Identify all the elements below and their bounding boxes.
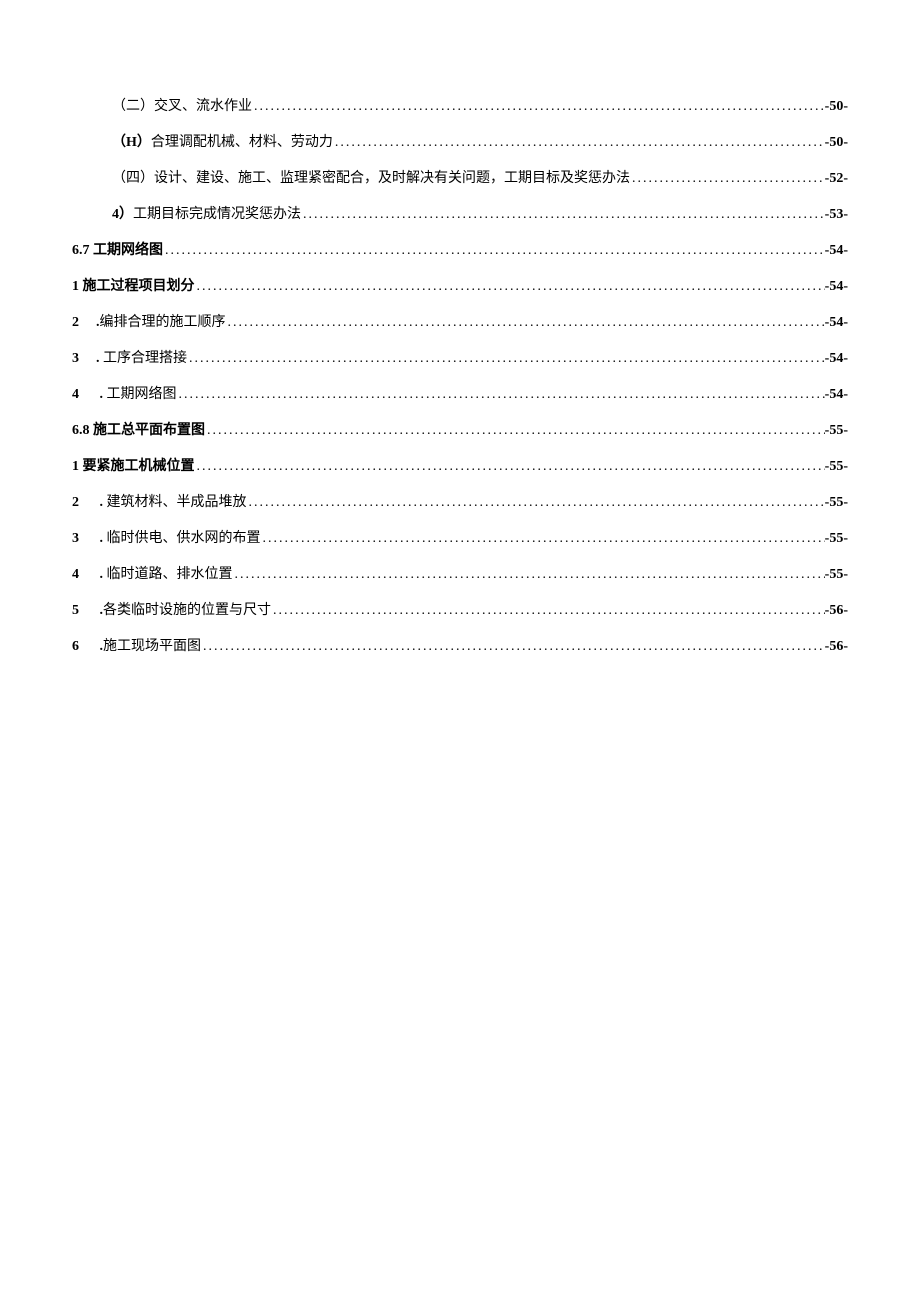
toc-entry-separator: . <box>96 567 107 582</box>
toc-leader-dots: ........................................… <box>205 423 825 439</box>
toc-entry: 6.8 施工总平面布置图............................… <box>72 419 848 439</box>
toc-entry-prefix: （H） <box>112 135 151 150</box>
toc-entry: 6.7 工期网络图...............................… <box>72 239 848 259</box>
toc-entry-prefix: 4） <box>112 207 133 222</box>
toc-entry-title: 5 .各类临时设施的位置与尺寸 <box>72 599 271 619</box>
toc-entry-page: -55- <box>825 423 848 439</box>
toc-entry-separator: . <box>96 351 103 366</box>
toc-entry-page: -50- <box>825 99 848 115</box>
toc-entry-page: -54- <box>825 387 848 403</box>
toc-entry: 5 .各类临时设施的位置与尺寸 ........................… <box>72 599 848 619</box>
toc-entry: （四）设计、建设、施工、监理紧密配合，及时解决有关问题，工期目标及奖惩办法...… <box>72 167 848 187</box>
toc-entry-separator: . <box>96 531 107 546</box>
toc-entry-title: 2.编排合理的施工顺序 <box>72 311 226 331</box>
toc-entry-number: 3 <box>72 531 84 547</box>
toc-leader-dots: ........................................… <box>301 207 825 223</box>
toc-entry-title: 4 . 工期网络图 <box>72 383 177 403</box>
toc-entry-text: 建筑材料、半成品堆放 <box>107 495 247 510</box>
toc-entry-text: 合理调配机械、材料、劳动力 <box>151 135 333 150</box>
toc-entry-text: 编排合理的施工顺序 <box>100 315 226 330</box>
table-of-contents: （二）交叉、流水作业..............................… <box>72 95 848 655</box>
toc-entry-page: -53- <box>825 207 848 223</box>
toc-entry-text: 工期网络图 <box>107 387 177 402</box>
toc-entry-title: 3. 工序合理搭接 <box>72 347 187 367</box>
toc-entry-number: 4 <box>72 387 84 403</box>
toc-entry-page: -54- <box>825 315 848 331</box>
toc-entry-title: 6.7 工期网络图 <box>72 239 163 259</box>
toc-entry-text: 施工现场平面图 <box>103 639 201 654</box>
toc-leader-dots: ........................................… <box>271 603 825 619</box>
toc-entry: 4 . 工期网络图...............................… <box>72 383 848 403</box>
toc-leader-dots: ........................................… <box>226 315 825 331</box>
toc-entry-page: -55- <box>825 531 848 547</box>
document-page: （二）交叉、流水作业..............................… <box>0 0 920 655</box>
toc-entry: 1 施工过程项目划分 .............................… <box>72 275 848 295</box>
toc-entry-title: 4）工期目标完成情况奖惩办法 <box>112 203 301 223</box>
toc-entry-separator: . <box>96 639 103 654</box>
toc-entry-title: 1 施工过程项目划分 <box>72 275 195 295</box>
toc-entry-page: -54- <box>825 243 848 259</box>
toc-leader-dots: ........................................… <box>195 459 825 475</box>
toc-entry: 1 要紧施工机械位置 .............................… <box>72 455 848 475</box>
toc-leader-dots: ........................................… <box>261 531 825 547</box>
toc-entry-title: 1 要紧施工机械位置 <box>72 455 195 475</box>
toc-entry-page: -54- <box>825 279 848 295</box>
toc-entry: 2 . 建筑材料、半成品堆放..........................… <box>72 491 848 511</box>
toc-entry-page: -55- <box>825 495 848 511</box>
toc-leader-dots: ........................................… <box>163 243 825 259</box>
toc-entry: 2.编排合理的施工顺序 ............................… <box>72 311 848 331</box>
toc-entry-number: 6 <box>72 639 84 655</box>
toc-leader-dots: ........................................… <box>233 567 825 583</box>
toc-entry-page: -50- <box>825 135 848 151</box>
toc-entry-number: 5 <box>72 603 84 619</box>
toc-leader-dots: ........................................… <box>195 279 825 295</box>
toc-entry-page: -56- <box>825 639 848 655</box>
toc-entry-text: 临时道路、排水位置 <box>107 567 233 582</box>
toc-leader-dots: ........................................… <box>333 135 825 151</box>
toc-leader-dots: ........................................… <box>630 171 825 187</box>
toc-entry-title: 6 .施工现场平面图 <box>72 635 201 655</box>
toc-entry-text: 工序合理搭接 <box>103 351 187 366</box>
toc-entry-title: 3 . 临时供电、供水网的布置 <box>72 527 261 547</box>
toc-entry-number: 2 <box>72 495 84 511</box>
toc-entry-page: -55- <box>825 459 848 475</box>
toc-entry-text: 工期目标完成情况奖惩办法 <box>133 207 301 222</box>
toc-entry-page: -56- <box>825 603 848 619</box>
toc-leader-dots: ........................................… <box>177 387 825 403</box>
toc-entry-title: （二）交叉、流水作业 <box>112 95 252 115</box>
toc-entry-text: 临时供电、供水网的布置 <box>107 531 261 546</box>
toc-entry: 3 . 临时供电、供水网的布置.........................… <box>72 527 848 547</box>
toc-entry-separator: . <box>96 495 107 510</box>
toc-entry-page: -55- <box>825 567 848 583</box>
toc-entry-page: -52- <box>825 171 848 187</box>
toc-entry: （二）交叉、流水作业..............................… <box>72 95 848 115</box>
toc-entry: 4 . 临时道路、排水位置...........................… <box>72 563 848 583</box>
toc-entry-title: 4 . 临时道路、排水位置 <box>72 563 233 583</box>
toc-entry-title: 6.8 施工总平面布置图 <box>72 419 205 439</box>
toc-entry: 3. 工序合理搭接 ..............................… <box>72 347 848 367</box>
toc-entry-page: -54- <box>825 351 848 367</box>
toc-entry-title: 2 . 建筑材料、半成品堆放 <box>72 491 247 511</box>
toc-entry: （H）合理调配机械、材料、劳动力........................… <box>72 131 848 151</box>
toc-leader-dots: ........................................… <box>187 351 825 367</box>
toc-entry-number: 4 <box>72 567 84 583</box>
toc-leader-dots: ........................................… <box>252 99 825 115</box>
toc-leader-dots: ........................................… <box>247 495 825 511</box>
toc-entry-number: 3 <box>72 351 84 367</box>
toc-entry-separator: . <box>96 387 107 402</box>
toc-entry: 4）工期目标完成情况奖惩办法..........................… <box>72 203 848 223</box>
toc-leader-dots: ........................................… <box>201 639 825 655</box>
toc-entry-separator: . <box>96 603 103 618</box>
toc-entry-title: （H）合理调配机械、材料、劳动力 <box>112 131 333 151</box>
toc-entry-title: （四）设计、建设、施工、监理紧密配合，及时解决有关问题，工期目标及奖惩办法 <box>112 167 630 187</box>
toc-entry-number: 2 <box>72 315 84 331</box>
toc-entry: 6 .施工现场平面图 .............................… <box>72 635 848 655</box>
toc-entry-text: 各类临时设施的位置与尺寸 <box>103 603 271 618</box>
